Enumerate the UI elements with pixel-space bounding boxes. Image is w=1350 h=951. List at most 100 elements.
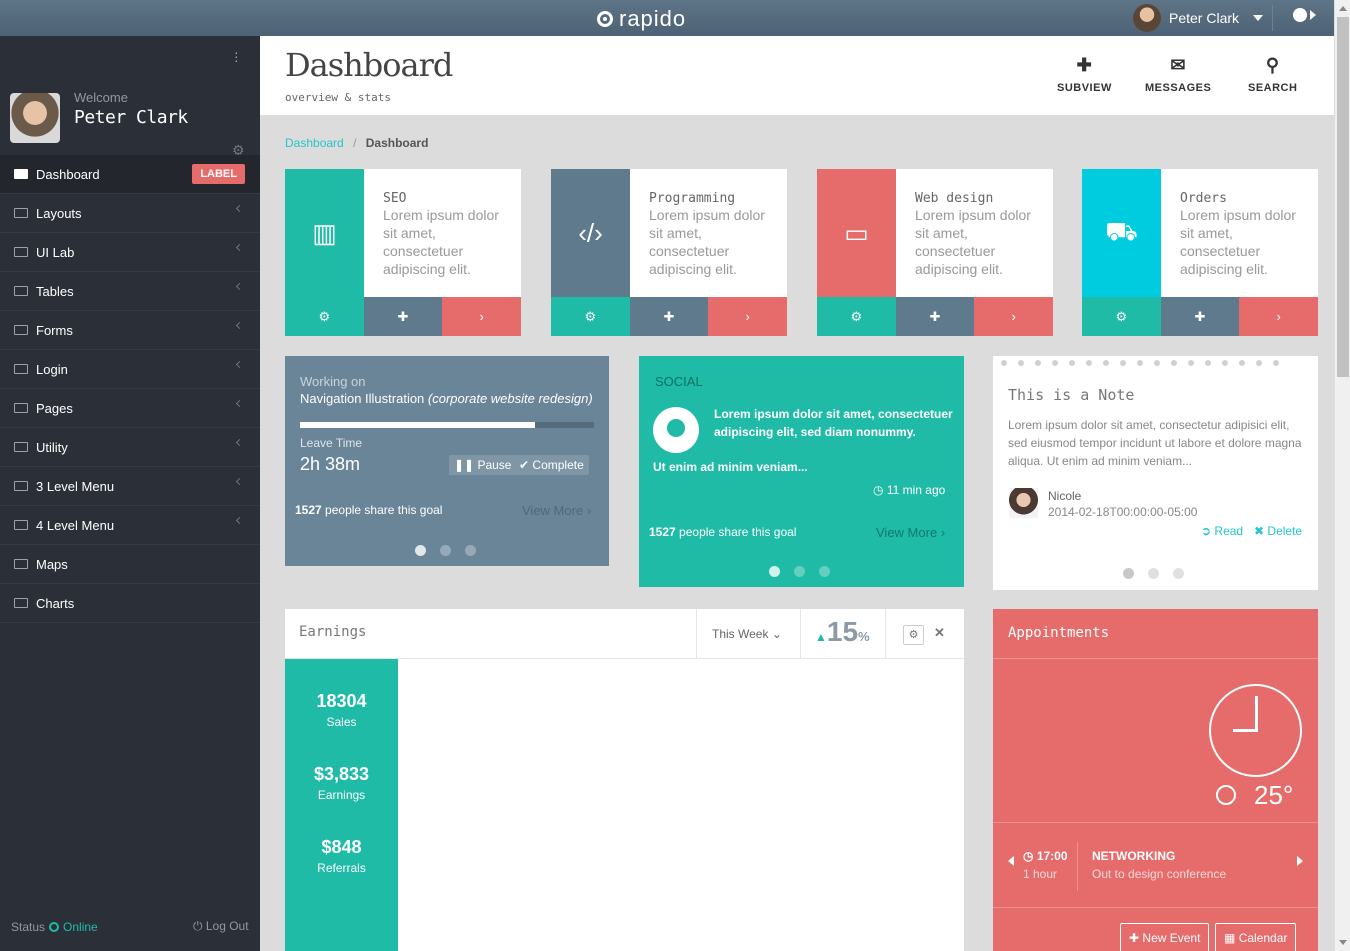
carousel-dot[interactable] <box>1123 568 1134 579</box>
chevron-left-icon <box>235 477 244 486</box>
plus-icon[interactable]: ✚ <box>1160 297 1240 336</box>
code-icon: ‹/› <box>551 169 630 297</box>
service-actions: ⚙ ✚ › <box>1082 297 1319 336</box>
logout-button[interactable]: ⏻ Log Out <box>193 919 249 934</box>
search-button[interactable]: ⚲ SEARCH <box>1248 56 1297 94</box>
sidebar-item-label: Dashboard <box>36 166 100 182</box>
carousel-dot[interactable] <box>819 566 830 577</box>
breadcrumb-link[interactable]: Dashboard <box>285 136 344 150</box>
service-text: Lorem ipsum dolor sit amet, consectetuer… <box>649 207 765 277</box>
gear-icon[interactable]: ⚙ <box>817 297 896 336</box>
sidebar-item-maps[interactable]: Maps <box>0 545 260 584</box>
delete-link[interactable]: ✖ Delete <box>1254 524 1302 538</box>
social-label: SOCIAL <box>655 374 703 389</box>
event-duration: 1 hour <box>1023 867 1058 881</box>
new-event-button[interactable]: ✚ New Event <box>1120 923 1210 951</box>
stat-value: $848 <box>321 837 362 857</box>
sidebar-item-utility[interactable]: Utility <box>0 428 260 467</box>
carousel-dot[interactable] <box>415 545 426 556</box>
page-header: Dashboard overview & stats ✚ SUBVIEW ✉ M… <box>260 36 1334 115</box>
pause-button[interactable]: ❚❚ Pause <box>449 455 517 475</box>
divider <box>993 822 1318 823</box>
scroll-up-arrow-icon[interactable] <box>1339 6 1347 11</box>
clock-icon: ◷ <box>1023 849 1034 863</box>
carousel-dot[interactable] <box>1173 568 1184 579</box>
chevron-right-icon[interactable]: › <box>974 297 1054 336</box>
status-label: Status <box>11 920 46 934</box>
globe-icon[interactable] <box>1293 8 1307 22</box>
carousel-dot[interactable] <box>465 545 476 556</box>
plus-icon[interactable]: ✚ <box>629 297 709 336</box>
sidebar-item-dashboard[interactable]: Dashboard LABEL <box>0 155 260 194</box>
period-value: This Week <box>712 627 769 641</box>
pencil-icon <box>14 325 28 335</box>
chevron-left-icon[interactable] <box>1008 856 1014 866</box>
user-profile: Welcome Peter Clark <box>10 90 188 143</box>
pause-icon: ❚❚ <box>454 458 475 472</box>
chevron-right-icon[interactable]: › <box>1239 297 1319 336</box>
avatar[interactable] <box>10 93 60 143</box>
gear-icon[interactable]: ⚙ <box>1082 297 1161 336</box>
github-icon[interactable] <box>653 407 699 453</box>
gear-icon[interactable]: ⚙ <box>285 297 364 336</box>
carousel-dot[interactable] <box>769 566 780 577</box>
carousel-dot[interactable] <box>1148 568 1159 579</box>
scroll-down-arrow-icon[interactable] <box>1339 940 1347 945</box>
sidebar-item-tables[interactable]: Tables <box>0 272 260 311</box>
read-link[interactable]: ➲ Read <box>1201 524 1243 538</box>
close-icon[interactable]: ✕ <box>934 625 945 641</box>
more-options-icon[interactable]: · · · <box>234 45 239 67</box>
sun-icon <box>1216 785 1236 805</box>
complete-button[interactable]: ✔ Complete <box>514 455 589 475</box>
sidebar-item-ui-lab[interactable]: UI Lab <box>0 233 260 272</box>
close-icon: ✖ <box>1254 524 1265 538</box>
page-scrollbar[interactable] <box>1334 0 1350 951</box>
sidebar-item-login[interactable]: Login <box>0 350 260 389</box>
leave-time-label: Leave Time <box>300 436 363 450</box>
sidebar-item-pages[interactable]: Pages <box>0 389 260 428</box>
view-more-link[interactable]: View More › <box>522 503 591 518</box>
sidebar: · · · Welcome Peter Clark ⚙ Dashboard LABE… <box>0 36 260 951</box>
calendar-button[interactable]: ▦ Calendar <box>1215 923 1297 951</box>
leave-time-value: 2h 38m <box>300 454 361 474</box>
gear-icon[interactable]: ⚙ <box>551 297 630 336</box>
carousel-dot[interactable] <box>794 566 805 577</box>
sidebar-item-label: 4 Level Menu <box>36 517 115 533</box>
percent-change: ▲15% <box>815 616 870 648</box>
chevron-right-icon[interactable]: › <box>708 297 788 336</box>
gear-icon[interactable]: ⚙ <box>903 625 924 645</box>
app-logo[interactable]: rapido <box>597 6 686 32</box>
user-menu[interactable]: Peter Clark <box>1133 4 1264 32</box>
clock-icon: ◷ <box>873 483 884 497</box>
post-time-value: 11 min ago <box>886 483 946 497</box>
messages-button[interactable]: ✉ MESSAGES <box>1145 56 1211 94</box>
earnings-stats: 18304 Sales $3,833 Earnings $848 Referra… <box>285 659 398 951</box>
view-more-label: View More <box>876 525 938 540</box>
code-icon <box>14 403 28 413</box>
period-dropdown[interactable]: This Week ⌄ <box>696 609 801 659</box>
page-title: Dashboard <box>285 46 453 84</box>
sidebar-item-layouts[interactable]: Layouts <box>0 194 260 233</box>
chevron-right-icon[interactable] <box>1297 856 1303 866</box>
scrollbar-thumb[interactable] <box>1337 17 1349 377</box>
sidebar-item-3-level-menu[interactable]: 3 Level Menu <box>0 467 260 506</box>
plus-icon[interactable]: ✚ <box>895 297 975 336</box>
earnings-panel: Earnings This Week ⌄ ▲15% ⚙ ✕ 18304 Sale… <box>285 609 964 951</box>
chevron-right-icon[interactable]: › <box>442 297 522 336</box>
sidebar-item-charts[interactable]: Charts <box>0 584 260 623</box>
subview-button[interactable]: ✚ SUBVIEW <box>1057 56 1112 94</box>
event-time: ◷ 17:00 <box>1023 849 1068 863</box>
avatar <box>1009 488 1038 518</box>
chevron-down-icon <box>1253 15 1264 21</box>
carousel-dot[interactable] <box>440 545 451 556</box>
sidebar-item-forms[interactable]: Forms <box>0 311 260 350</box>
share-text: people share this goal <box>325 503 443 517</box>
view-more-link[interactable]: View More › <box>876 525 945 540</box>
online-icon <box>49 922 60 932</box>
divider <box>993 658 1318 659</box>
task-name: Navigation Illustration <box>300 391 425 406</box>
chevron-right-icon[interactable] <box>1310 10 1316 20</box>
sidebar-item-4-level-menu[interactable]: 4 Level Menu <box>0 506 260 545</box>
plus-icon[interactable]: ✚ <box>363 297 443 336</box>
home-icon <box>14 169 28 179</box>
